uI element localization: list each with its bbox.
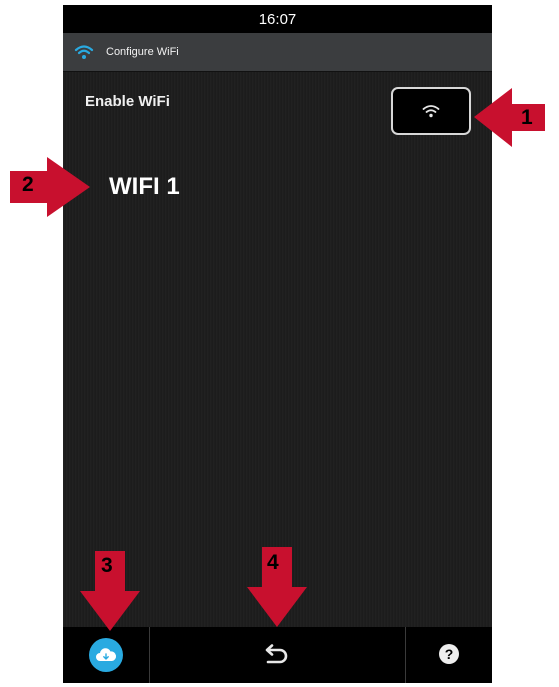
callout-arrow-4 bbox=[247, 547, 307, 627]
callout-number-4: 4 bbox=[267, 551, 279, 574]
